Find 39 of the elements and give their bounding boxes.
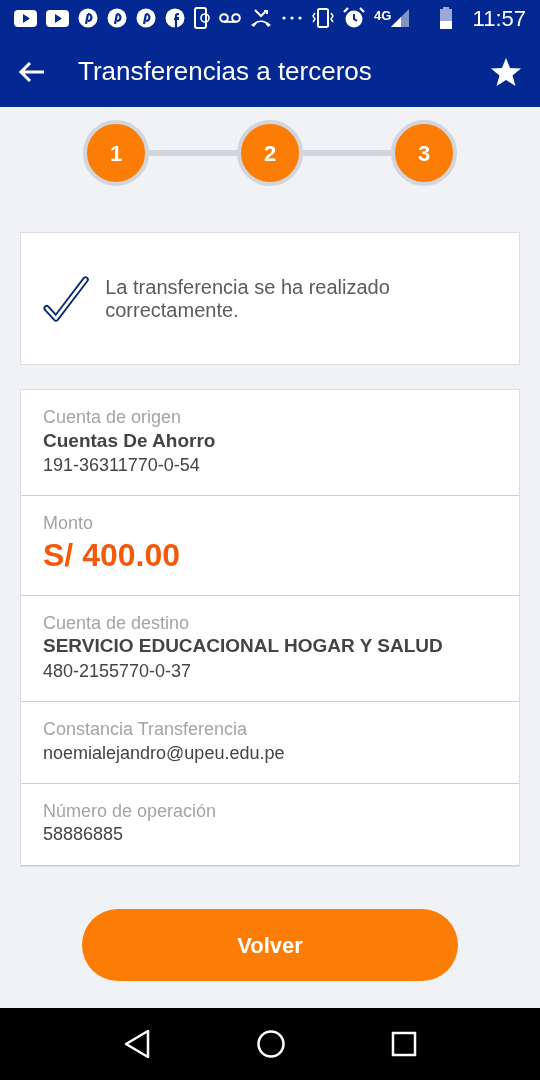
back-button[interactable]: Volver xyxy=(82,909,458,981)
clock-time: 11:57 xyxy=(472,4,526,33)
signal-icon xyxy=(391,9,410,27)
video-play-icon xyxy=(14,8,37,28)
detail-value: noemialejandro@upeu.edu.pe xyxy=(43,741,286,765)
video-play-icon xyxy=(46,8,69,28)
step-indicator: 3 xyxy=(391,120,457,186)
pin-icon xyxy=(78,8,98,28)
amount-value: S/ 400.00 xyxy=(43,536,181,575)
pin-icon xyxy=(107,8,127,28)
vibrate-icon xyxy=(312,8,334,28)
step-indicator: 2 xyxy=(237,120,303,186)
missed-call-icon xyxy=(250,8,272,28)
back-nav-icon[interactable] xyxy=(122,1029,151,1059)
detail-label: Cuenta de origen xyxy=(43,406,183,429)
detail-label: Número de operación xyxy=(43,799,218,823)
account-name: SERVICIO EDUCACIONAL HOGAR Y SALUD xyxy=(43,634,444,659)
pin-icon xyxy=(136,8,156,28)
network-label: 4G xyxy=(374,7,392,25)
more-icon xyxy=(281,15,303,21)
voicemail-icon xyxy=(219,12,241,24)
detail-label: Cuenta de destino xyxy=(43,611,191,635)
account-name: Cuentas De Ahorro xyxy=(43,428,217,453)
social-icon xyxy=(165,8,185,28)
detail-value: 480-2155770-0-37 xyxy=(43,659,193,683)
back-arrow-icon[interactable] xyxy=(18,60,46,83)
screen-title: Transferencias a terceros xyxy=(78,55,373,88)
home-nav-icon[interactable] xyxy=(256,1029,286,1059)
detail-value: 58886885 xyxy=(43,823,125,847)
star-icon[interactable] xyxy=(490,56,522,87)
detail-label: Constancia Transferencia xyxy=(43,718,249,741)
step-indicator: 1 xyxy=(83,120,149,186)
detail-value: 191-36311770-0-54 xyxy=(43,454,201,478)
phone-sync-icon xyxy=(194,7,210,29)
recents-nav-icon[interactable] xyxy=(391,1031,418,1057)
battery-icon xyxy=(439,7,452,29)
detail-label: Monto xyxy=(43,512,95,535)
success-message: La transferencia se ha realizado correctamente. xyxy=(105,275,391,322)
alarm-icon xyxy=(343,7,365,29)
